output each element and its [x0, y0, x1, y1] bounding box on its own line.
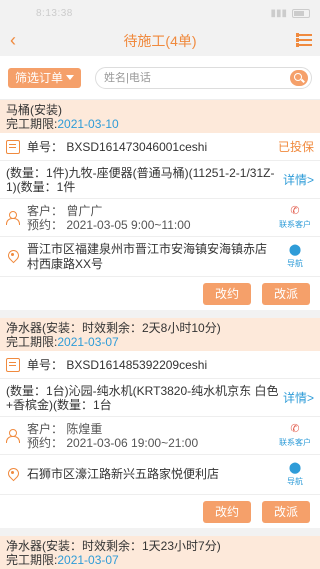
phone-icon: ✆: [290, 204, 300, 217]
nav-bar: ‹ 待施工(4单): [0, 26, 320, 56]
customer-info: 客户： 陈煌重 预约： 2021-03-06 19:00~21:00: [27, 422, 276, 450]
details-link[interactable]: 详情>: [283, 171, 314, 188]
battery-icon: [292, 8, 310, 18]
goods-row[interactable]: (数量：1件)九牧-座便器(普通马桶)(11251-2-1/31Z-1)(数量：…: [0, 161, 320, 199]
order-number: 单号： BXSD161473046001ceshi: [27, 140, 208, 154]
dropdown-arrow-icon: [66, 75, 74, 80]
address-row: 石狮市区濠江路新兴五路家悦便利店 ⬤ 导航: [0, 455, 320, 495]
order-card: 净水器(安装：时效剩余：1天23小时7分) 完工期限:2021-03-07: [0, 536, 320, 569]
deadline-label: 完工期限:: [6, 117, 58, 131]
contact-customer-label: 联系客户: [279, 219, 311, 229]
order-list: 马桶(安装) 完工期限:2021-03-10 单号： BXSD161473046…: [0, 100, 320, 569]
order-actions: 改约 改派: [0, 277, 320, 310]
phone-icon: ✆: [290, 422, 300, 435]
navigate-button[interactable]: ⬤ 导航: [276, 461, 314, 487]
filter-orders-button[interactable]: 筛选订单: [8, 67, 81, 88]
contact-customer-button[interactable]: ✆ 联系客户: [276, 204, 314, 230]
deadline-value: 2021-03-07: [57, 553, 119, 567]
contact-customer-label: 联系客户: [279, 437, 311, 447]
appointment-time: 预约： 2021-03-05 9:00~11:00: [27, 217, 191, 232]
navigate-label: 导航: [287, 258, 303, 268]
person-icon: [6, 210, 20, 225]
location-pin-icon: [6, 468, 20, 482]
address-text: 晋江市区福建泉州市晋江市安海镇安海镇赤店村西康路XX号: [27, 241, 268, 271]
customer-row: 客户： 曾广广 预约： 2021-03-05 9:00~11:00 ✆ 联系客户: [0, 199, 320, 237]
search-icon[interactable]: [290, 69, 308, 86]
customer-info: 客户： 曾广广 预约： 2021-03-05 9:00~11:00: [27, 204, 276, 232]
insured-badge: 已投保: [277, 140, 314, 154]
navigate-label: 导航: [287, 476, 303, 486]
order-number: 单号： BXSD161485392209ceshi: [27, 358, 208, 372]
appointment-time: 预约： 2021-03-06 19:00~21:00: [27, 435, 199, 450]
order-type: 净水器(安装：时效剩余：2天8小时10分): [6, 321, 221, 335]
customer-name: 客户： 陈煌重: [27, 421, 103, 436]
search-input[interactable]: [104, 71, 290, 84]
navigation-icon: ⬤: [288, 461, 302, 474]
deadline-label: 完工期限:: [6, 335, 58, 349]
order-header: 净水器(安装：时效剩余：2天8小时10分) 完工期限:2021-03-07: [0, 318, 320, 351]
back-icon[interactable]: ‹: [10, 31, 16, 49]
order-card: 净水器(安装：时效剩余：2天8小时10分) 完工期限:2021-03-07 单号…: [0, 318, 320, 528]
order-type: 马桶(安装): [6, 103, 62, 117]
customer-name: 客户： 曾广广: [27, 203, 103, 218]
location-pin-icon: [6, 250, 20, 264]
deadline-value: 2021-03-07: [57, 335, 119, 349]
status-time: 8:13:38: [36, 7, 73, 19]
customer-row: 客户： 陈煌重 预约： 2021-03-06 19:00~21:00 ✆ 联系客…: [0, 417, 320, 455]
deadline-label: 完工期限:: [6, 553, 58, 567]
reschedule-button[interactable]: 改约: [203, 282, 251, 305]
order-deadline: 完工期限:2021-03-10: [6, 117, 314, 131]
order-actions: 改约 改派: [0, 495, 320, 528]
contact-customer-button[interactable]: ✆ 联系客户: [276, 422, 314, 448]
person-icon: [6, 428, 20, 443]
address-text: 石狮市区濠江路新兴五路家悦便利店: [27, 467, 220, 481]
order-number-row: 单号： BXSD161485392209ceshi: [0, 351, 320, 379]
order-number-row: 单号： BXSD161473046001ceshi 已投保: [0, 133, 320, 161]
document-icon: [6, 139, 20, 154]
order-deadline: 完工期限:2021-03-07: [6, 553, 314, 567]
filter-bar: 筛选订单: [0, 56, 320, 100]
filter-orders-label: 筛选订单: [14, 71, 63, 85]
address-row: 晋江市区福建泉州市晋江市安海镇安海镇赤店村西康路XX号 ⬤ 导航: [0, 237, 320, 277]
reassign-button[interactable]: 改派: [262, 500, 310, 523]
details-link[interactable]: 详情>: [283, 389, 314, 406]
deadline-value: 2021-03-10: [57, 117, 119, 131]
menu-icon[interactable]: [296, 33, 312, 47]
goods-description: (数量：1件)九牧-座便器(普通马桶)(11251-2-1/31Z-1)(数量：…: [6, 165, 275, 194]
reassign-button[interactable]: 改派: [262, 282, 310, 305]
status-icons: ▮▮▮: [270, 8, 310, 19]
order-header: 马桶(安装) 完工期限:2021-03-10: [0, 100, 320, 133]
reschedule-button[interactable]: 改约: [203, 500, 251, 523]
order-type: 净水器(安装：时效剩余：1天23小时7分): [6, 539, 221, 553]
goods-description: (数量：1台)沁园-纯水机(KRT3820-纯水机京东 白色+香槟金)(数量：1…: [6, 383, 279, 412]
document-icon: [6, 357, 20, 372]
search-box[interactable]: [95, 66, 312, 89]
order-deadline: 完工期限:2021-03-07: [6, 335, 314, 349]
order-card: 马桶(安装) 完工期限:2021-03-10 单号： BXSD161473046…: [0, 100, 320, 310]
goods-row[interactable]: (数量：1台)沁园-纯水机(KRT3820-纯水机京东 白色+香槟金)(数量：1…: [0, 379, 320, 417]
navigate-button[interactable]: ⬤ 导航: [276, 243, 314, 269]
order-header: 净水器(安装：时效剩余：1天23小时7分) 完工期限:2021-03-07: [0, 536, 320, 569]
status-bar: 8:13:38 ▮▮▮: [0, 0, 320, 26]
page-title: 待施工(4单): [123, 33, 197, 49]
navigation-icon: ⬤: [288, 243, 302, 256]
signal-icon: ▮▮▮: [270, 7, 287, 19]
